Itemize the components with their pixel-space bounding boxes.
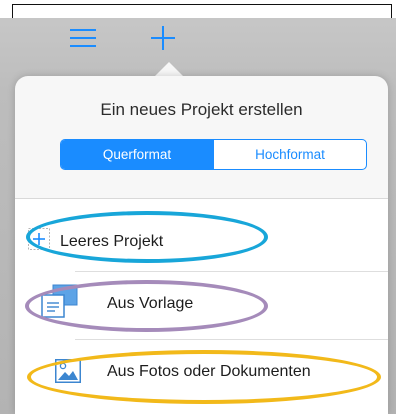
template-icon — [41, 284, 78, 318]
popover-arrow — [154, 62, 184, 77]
popover-title: Ein neues Projekt erstellen — [100, 100, 303, 119]
list-item-from-photos[interactable]: Aus Fotos oder Dokumenten — [15, 343, 388, 407]
blank-project-plus-icon — [28, 228, 50, 250]
divider — [75, 271, 388, 272]
photo-icon — [55, 359, 81, 383]
list-item-label: Aus Vorlage — [107, 295, 194, 312]
divider — [75, 339, 388, 340]
new-project-popover: Ein neues Projekt erstellen Querformat H… — [15, 76, 388, 414]
top-edge-strip — [0, 0, 396, 18]
add-project-plus-icon[interactable] — [150, 25, 176, 51]
list-item-from-template[interactable]: Aus Vorlage — [15, 275, 388, 339]
list-item-label: Leeres Projekt — [60, 233, 164, 250]
app-screen: Ein neues Projekt erstellen Querformat H… — [0, 0, 396, 414]
segment-querformat[interactable]: Querformat — [61, 140, 213, 169]
orientation-segmented-control: Querformat Hochformat — [60, 139, 367, 170]
creation-options-list: Leeres Projekt Aus Vorlage Aus Fotos ode… — [15, 198, 388, 414]
list-item-blank-project[interactable]: Leeres Projekt — [15, 211, 388, 275]
segment-hochformat[interactable]: Hochformat — [213, 140, 366, 169]
list-item-label: Aus Fotos oder Dokumenten — [107, 363, 311, 380]
window-frame-edge — [12, 4, 392, 18]
hamburger-menu-icon[interactable] — [70, 28, 96, 48]
